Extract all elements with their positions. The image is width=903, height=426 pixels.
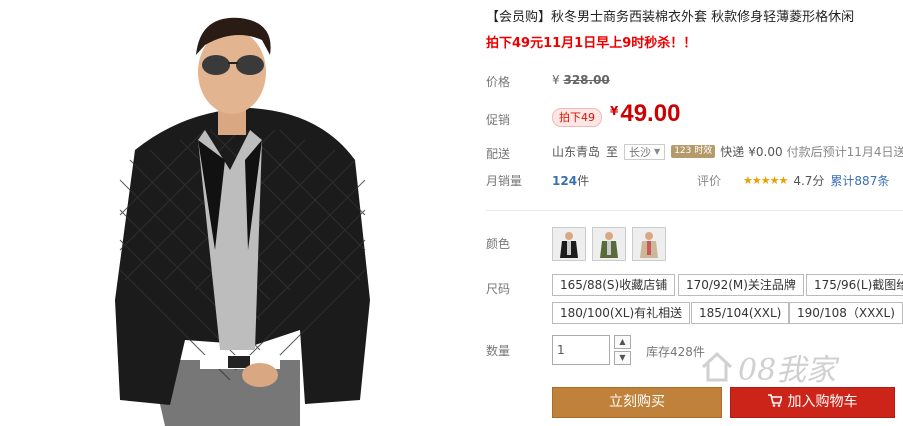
sales-label: 月销量 <box>486 174 523 188</box>
color-swatch-beige[interactable] <box>632 227 666 261</box>
color-label: 颜色 <box>486 237 511 251</box>
add-to-cart-label: 加入购物车 <box>787 394 858 410</box>
currency-symbol: ¥ <box>552 73 560 87</box>
size-option-xxxl[interactable]: 190/108（XXXL) <box>789 302 903 324</box>
shopping-cart-icon <box>767 389 783 418</box>
sales-count: 124 <box>552 174 578 188</box>
size-option-xxl[interactable]: 185/104(XXL) <box>691 302 790 324</box>
size-option-m[interactable]: 170/92(M)关注品牌 <box>678 274 804 296</box>
review-count-link[interactable]: 累计887条 <box>830 172 889 189</box>
size-option-xl[interactable]: 180/100(XL)有礼相送 <box>552 302 691 324</box>
promo-price-value: 49.00 <box>620 100 681 127</box>
stock-count: 库存428件 <box>646 345 705 359</box>
original-price-value: 328.00 <box>563 73 610 87</box>
color-swatch-black[interactable] <box>552 227 586 261</box>
black-jacket-thumbnail <box>553 228 585 260</box>
delivery-estimate: 付款后预计11月4日送 <box>786 145 903 159</box>
site-watermark: 08我家 <box>700 345 836 389</box>
promo-price: ¥49.00 <box>610 100 680 128</box>
shipping-label: 配送 <box>486 147 511 161</box>
shipping-info: 山东青岛 至 长沙 ▼ 123 时效 快递 ¥0.00 付款后预计11月4日送 <box>552 143 903 160</box>
star-rating-icon: ★★★★★ <box>743 174 788 187</box>
rating-row: 评价 ★★★★★ 4.7分 累计887条 <box>697 172 889 189</box>
promo-badge: 拍下49 <box>552 108 602 127</box>
quantity-label: 数量 <box>486 344 511 358</box>
watermark-text: 08我家 <box>738 353 837 388</box>
shipping-fee: ¥0.00 <box>748 144 783 159</box>
product-photo[interactable] <box>0 0 470 426</box>
rating-score: 4.7分 <box>793 174 825 188</box>
destination-city-select[interactable]: 长沙 ▼ <box>624 143 666 160</box>
original-price: ¥ 328.00 <box>552 73 610 87</box>
color-swatch-green[interactable] <box>592 227 626 261</box>
chevron-down-icon: ▼ <box>654 147 661 156</box>
size-option-s[interactable]: 165/88(S)收藏店铺 <box>552 274 676 296</box>
timely-badge: 123 时效 <box>671 145 716 158</box>
ship-to: 至 <box>606 145 619 159</box>
divider <box>486 210 903 211</box>
house-logo-icon <box>701 351 733 382</box>
rating-label: 评价 <box>697 174 722 188</box>
chevron-down-icon: ▼ <box>619 353 626 362</box>
quantity-increase-button[interactable]: ▲ <box>614 335 631 349</box>
size-label: 尺码 <box>486 282 511 296</box>
beige-jacket-thumbnail <box>633 228 665 260</box>
product-title: 【会员购】秋冬男士商务西装棉衣外套 秋款修身轻薄菱形格休闲 <box>486 10 855 25</box>
chevron-up-icon: ▲ <box>619 337 626 346</box>
quantity-decrease-button[interactable]: ▼ <box>614 351 631 365</box>
price-label: 价格 <box>486 75 511 89</box>
ship-origin: 山东青岛 <box>552 145 601 159</box>
add-to-cart-button[interactable]: 加入购物车 <box>730 387 895 418</box>
promo-label: 促销 <box>486 113 511 127</box>
currency-symbol: ¥ <box>610 104 619 118</box>
sales-unit: 件 <box>577 174 590 188</box>
model-in-jacket-image <box>115 17 370 426</box>
size-option-l[interactable]: 175/96(L)截图给 <box>806 274 903 296</box>
quantity-input[interactable] <box>552 335 610 365</box>
green-jacket-thumbnail <box>593 228 625 260</box>
buy-now-button[interactable]: 立刻购买 <box>552 387 722 418</box>
product-info-panel: 【会员购】秋冬男士商务西装棉衣外套 秋款修身轻薄菱形格休闲 拍下49元11月1日… <box>486 0 903 426</box>
courier: 快递 <box>720 145 745 159</box>
destination-city: 长沙 <box>629 145 652 159</box>
buy-now-label: 立刻购买 <box>609 394 665 410</box>
promo-headline: 拍下49元11月1日早上9时秒杀！！ <box>486 36 697 51</box>
monthly-sales: 124件 <box>552 172 589 189</box>
